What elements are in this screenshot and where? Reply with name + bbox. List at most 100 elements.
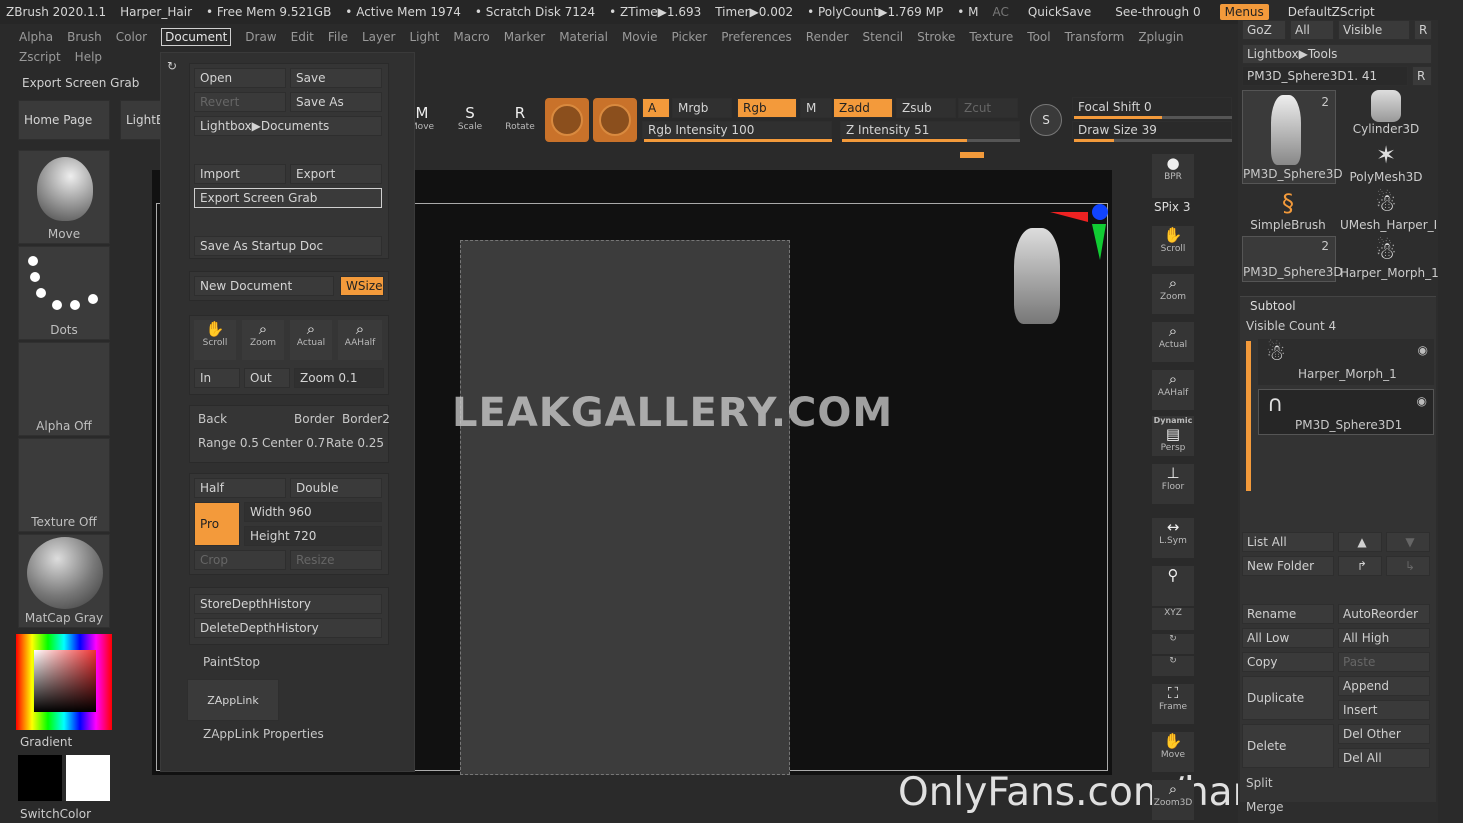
menu-preferences[interactable]: Preferences (721, 30, 792, 44)
new-folder-button[interactable]: New Folder (1242, 556, 1334, 576)
scroll-view-button[interactable]: ✋ Scroll (1152, 226, 1194, 266)
rotate-tool-button[interactable]: R Rotate (500, 104, 540, 136)
bpr-button[interactable]: ● BPR (1152, 154, 1194, 198)
switchcolor-label[interactable]: SwitchColor (20, 807, 91, 821)
doc-actual-button[interactable]: ⌕ Actual (290, 320, 332, 360)
sculptris-icon[interactable]: S (1030, 104, 1062, 136)
paste-button[interactable]: Paste (1338, 652, 1430, 672)
draw-size-slider[interactable]: Draw Size 39 (1072, 121, 1232, 139)
save-as-button[interactable]: Save As (290, 92, 382, 112)
tool-thumb-3[interactable]: ✶ PolyMesh3D (1340, 140, 1432, 186)
menu-zplugin[interactable]: Zplugin (1138, 30, 1183, 44)
pro-button[interactable]: Pro (194, 502, 240, 546)
menu-stroke[interactable]: Stroke (917, 30, 955, 44)
floor-button[interactable]: ⊥ Floor (1152, 464, 1194, 504)
zsub-button[interactable]: Zsub (896, 98, 956, 118)
subtool-row-2[interactable]: ∩ ◉ PM3D_Sphere3D1 (1258, 389, 1434, 435)
wsize-button[interactable]: WSize (340, 276, 384, 296)
menu-brush[interactable]: Brush (67, 30, 102, 44)
aahalf-view-button[interactable]: ⌕ AAHalf (1152, 370, 1194, 410)
zoom-out-button[interactable]: Out (244, 368, 290, 388)
visible-count-slider[interactable]: Visible Count 4 (1246, 319, 1336, 333)
color-square[interactable] (34, 650, 96, 712)
import-button[interactable]: Import (194, 164, 286, 184)
zoom3d-button[interactable]: ⌕ Zoom3D (1152, 780, 1194, 820)
menu-marker[interactable]: Marker (504, 30, 545, 44)
color-picker[interactable] (16, 634, 112, 730)
half-button[interactable]: Half (194, 478, 286, 498)
current-tool-r-button[interactable]: R (1412, 66, 1432, 86)
redirect-button[interactable]: ↱ (1338, 556, 1382, 576)
menu-material[interactable]: Material (559, 30, 608, 44)
home-page-button[interactable]: Home Page (18, 100, 110, 140)
goz-button[interactable]: GoZ (1242, 20, 1286, 40)
crop-button[interactable]: Crop (194, 550, 286, 570)
rate-slider[interactable]: Rate 0.25 (326, 436, 384, 450)
rotate-z-icon[interactable]: ↻ (1152, 656, 1194, 676)
list-all-button[interactable]: List All (1242, 532, 1334, 552)
menu-document[interactable]: Document (161, 28, 232, 46)
rgb-button[interactable]: Rgb (737, 98, 797, 118)
xyz-button[interactable]: XYZ (1152, 608, 1194, 630)
menu-layer[interactable]: Layer (362, 30, 395, 44)
a-button[interactable]: A (642, 98, 670, 118)
lsym-button[interactable]: ↔ L.Sym (1152, 518, 1194, 558)
stroke-tile[interactable]: Dots (18, 246, 110, 340)
focal-shift-slider[interactable]: Focal Shift 0 (1072, 97, 1232, 117)
zoom-view-button[interactable]: ⌕ Zoom (1152, 274, 1194, 314)
seethrough-slider[interactable]: See-through 0 (1110, 4, 1205, 20)
menu-light[interactable]: Light (409, 30, 439, 44)
default-zscript-button[interactable]: DefaultZScript (1283, 4, 1380, 20)
zoom-slider[interactable]: Zoom 0.1 (294, 368, 384, 388)
tool-thumb-4[interactable]: § SimpleBrush (1242, 188, 1334, 234)
merge-header[interactable]: Merge (1246, 800, 1283, 814)
rgb-intensity-slider[interactable]: Rgb Intensity 100 (642, 121, 832, 139)
r-button[interactable]: R (1414, 20, 1432, 40)
visible-button[interactable]: Visible (1338, 20, 1410, 40)
menu-stencil[interactable]: Stencil (863, 30, 904, 44)
menu-transform[interactable]: Transform (1065, 30, 1125, 44)
split-header[interactable]: Split (1246, 776, 1273, 790)
insert-button[interactable]: Insert (1338, 700, 1430, 720)
tool-thumb-2[interactable]: Cylinder3D (1340, 90, 1432, 136)
transparency-button[interactable]: ⚲ (1152, 566, 1194, 606)
doc-aahalf-button[interactable]: ⌕ AAHalf (338, 320, 382, 360)
tool-thumb-5[interactable]: ☃ UMesh_Harper_I (1340, 188, 1437, 234)
subtool-row-1[interactable]: ☃ ◉ Harper_Morph_1 (1258, 339, 1434, 385)
range-slider[interactable]: Range 0.5 (198, 436, 259, 450)
autoreorder-button[interactable]: AutoReorder (1338, 604, 1430, 624)
export-button[interactable]: Export (290, 164, 382, 184)
move-down-button[interactable]: ▼ (1386, 532, 1430, 552)
eye-icon[interactable]: ◉ (1418, 343, 1428, 357)
lightbox-tools-button[interactable]: Lightbox▶Tools (1242, 44, 1432, 64)
quicksave-button[interactable]: QuickSave (1023, 4, 1096, 20)
save-button[interactable]: Save (290, 68, 382, 88)
all-low-button[interactable]: All Low (1242, 628, 1334, 648)
delete-depth-history-button[interactable]: DeleteDepthHistory (194, 618, 382, 638)
revert-button[interactable]: Revert (194, 92, 286, 112)
paintstop-item[interactable]: PaintStop (203, 655, 260, 669)
del-other-button[interactable]: Del Other (1338, 724, 1430, 744)
brush-thumbnail[interactable] (545, 98, 589, 142)
menu-help[interactable]: Help (75, 50, 102, 72)
current-tool-slider[interactable]: PM3D_Sphere3D1. 41 (1242, 66, 1408, 86)
border2-button[interactable]: Border2 (342, 412, 390, 426)
brush-tile[interactable]: Move (18, 150, 110, 244)
zapplink-properties-item[interactable]: ZAppLink Properties (203, 727, 324, 741)
zoom-in-button[interactable]: In (194, 368, 240, 388)
scale-tool-button[interactable]: S Scale (450, 104, 490, 136)
rename-button[interactable]: Rename (1242, 604, 1334, 624)
menu-tool[interactable]: Tool (1027, 30, 1050, 44)
secondary-color-swatch[interactable] (18, 755, 62, 801)
persp-button[interactable]: Dynamic ▤ Persp (1152, 416, 1194, 456)
m-button[interactable]: M (800, 98, 832, 118)
doc-scroll-button[interactable]: ✋ Scroll (194, 320, 236, 360)
move-up-button[interactable]: ▲ (1338, 532, 1382, 552)
doc-zoom-button[interactable]: ⌕ Zoom (242, 320, 284, 360)
menu-draw[interactable]: Draw (245, 30, 276, 44)
double-button[interactable]: Double (290, 478, 382, 498)
open-button[interactable]: Open (194, 68, 286, 88)
menu-alpha[interactable]: Alpha (19, 30, 53, 44)
duplicate-button[interactable]: Duplicate (1242, 676, 1334, 720)
frame-button[interactable]: ⛶ Frame (1152, 684, 1194, 724)
